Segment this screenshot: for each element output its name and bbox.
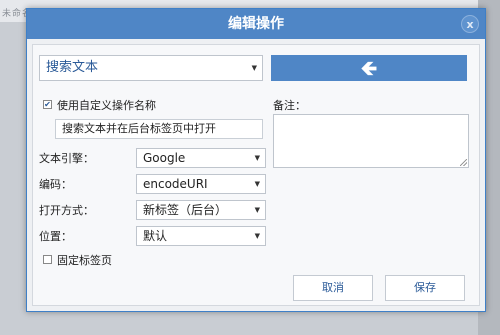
- custom-name-label: 使用自定义操作名称: [57, 99, 156, 112]
- custom-name-checkbox[interactable]: ✔: [43, 100, 52, 109]
- pin-tab-label: 固定标签页: [57, 254, 112, 267]
- note-textarea[interactable]: [273, 114, 469, 168]
- position-select[interactable]: 默认 ▼: [136, 226, 266, 246]
- note-label: 备注：: [273, 99, 306, 112]
- resize-grip-icon[interactable]: [460, 159, 467, 166]
- chevron-down-icon: ▼: [251, 64, 257, 72]
- open-mode-label: 打开方式：: [39, 204, 94, 217]
- close-button[interactable]: x: [461, 15, 479, 33]
- action-type-value: 搜索文本: [46, 60, 99, 75]
- dialog-title: 编辑操作: [228, 16, 284, 32]
- position-value: 默认: [143, 229, 168, 243]
- action-type-select[interactable]: 搜索文本 ▼: [39, 55, 263, 81]
- dialog-panel: 搜索文本 ▼ 🡸 ✔ 使用自定义操作名称 搜索文本并在后台标签页中打开 备注： …: [32, 44, 480, 306]
- chevron-down-icon: ▼: [254, 206, 260, 214]
- close-icon: x: [466, 18, 474, 31]
- chevron-down-icon: ▼: [254, 180, 260, 188]
- open-mode-select[interactable]: 新标签（后台） ▼: [136, 200, 266, 220]
- custom-name-input[interactable]: 搜索文本并在后台标签页中打开: [55, 119, 263, 139]
- encoding-value: encodeURI: [143, 177, 208, 191]
- search-engine-label: 文本引擎：: [39, 152, 94, 165]
- open-mode-value: 新标签（后台）: [143, 203, 228, 217]
- search-engine-select[interactable]: Google ▼: [136, 148, 266, 168]
- chevron-down-icon: ▼: [254, 232, 260, 240]
- encoding-label: 编码：: [39, 178, 72, 191]
- encoding-select[interactable]: encodeURI ▼: [136, 174, 266, 194]
- position-label: 位置：: [39, 230, 72, 243]
- search-engine-value: Google: [143, 151, 186, 165]
- pin-tab-checkbox[interactable]: [43, 255, 52, 264]
- cancel-button[interactable]: 取消: [293, 275, 373, 301]
- back-button[interactable]: 🡸: [271, 55, 467, 81]
- dialog-titlebar: 编辑操作 x: [27, 9, 485, 39]
- edit-action-dialog: 编辑操作 x 搜索文本 ▼ 🡸 ✔ 使用自定义操作名称 搜索文本并在后台标签页中…: [26, 8, 486, 312]
- arrow-left-icon: 🡸: [360, 56, 378, 80]
- save-button[interactable]: 保存: [385, 275, 465, 301]
- chevron-down-icon: ▼: [254, 154, 260, 162]
